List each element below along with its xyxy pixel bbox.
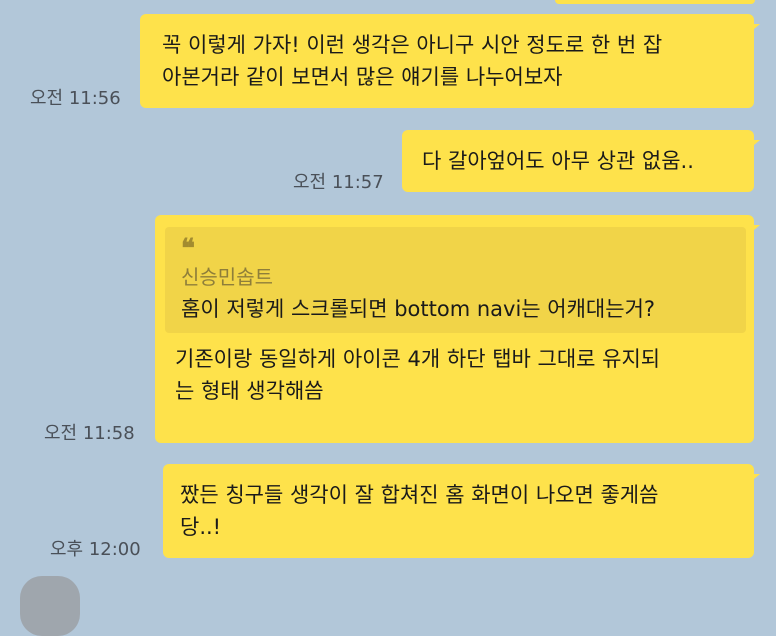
chat-area: 오전 11:56 꼭 이렇게 가자! 이런 생각은 아니구 시안 정도로 한 번…	[0, 0, 776, 636]
reply-message-bubble[interactable]: ❝ 신승민솝트 홈이 저렇게 스크롤되면 bottom navi는 어캐대는거?…	[155, 215, 754, 443]
message-timestamp: 오전 11:56	[30, 88, 121, 109]
quoted-author: 신승민솝트	[181, 265, 273, 289]
previous-message-bubble-edge	[555, 0, 755, 4]
message-text: 짰든 칭구들 생각이 잘 합쳐진 홈 화면이 나오면 좋게씀 당..!	[180, 483, 659, 539]
bubble-tail	[748, 474, 760, 484]
message-timestamp: 오전 11:57	[293, 172, 384, 193]
bubble-tail	[748, 24, 760, 34]
quoted-text: 홈이 저렇게 스크롤되면 bottom navi는 어캐대는거?	[181, 297, 656, 321]
message-bubble[interactable]: 짰든 칭구들 생각이 잘 합쳐진 홈 화면이 나오면 좋게씀 당..!	[163, 464, 754, 558]
bubble-tail	[748, 225, 760, 235]
message-bubble[interactable]: 다 갈아엎어도 아무 상관 없움..	[402, 130, 754, 192]
quote-icon: ❝	[181, 234, 195, 264]
message-timestamp: 오전 11:58	[44, 423, 135, 444]
message-text: 다 갈아엎어도 아무 상관 없움..	[422, 149, 694, 173]
message-timestamp: 오후 12:00	[50, 539, 141, 560]
avatar[interactable]	[20, 576, 80, 636]
message-text: 기존이랑 동일하게 아이콘 4개 하단 탭바 그대로 유지되 는 형태 생각해씀	[175, 347, 661, 403]
message-text: 꼭 이렇게 가자! 이런 생각은 아니구 시안 정도로 한 번 잡 아본거라 같…	[162, 33, 663, 89]
message-bubble[interactable]: 꼭 이렇게 가자! 이런 생각은 아니구 시안 정도로 한 번 잡 아본거라 같…	[140, 14, 754, 108]
bubble-tail	[748, 140, 760, 150]
quoted-message[interactable]: ❝ 신승민솝트 홈이 저렇게 스크롤되면 bottom navi는 어캐대는거?	[165, 227, 746, 333]
